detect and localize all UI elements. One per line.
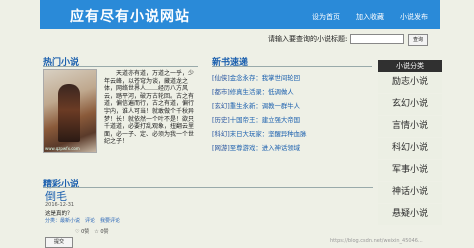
search-label: 请输入要查询的小说标题: <box>268 35 348 43</box>
hot-novel-summary: 天道亦有道，万道之一乎，少年云峰，以苍穹为谈，藏道龙之体，网络世界人……经历八方… <box>104 70 195 146</box>
book-category: [科幻] <box>212 130 230 138</box>
site-title: 应有尽有小说网站 <box>70 9 190 25</box>
new-book-item[interactable]: [仙侠]金念永存：我掌世间轮回 <box>212 73 300 82</box>
nav-publish-novel[interactable]: 小说发布 <box>400 12 428 22</box>
featured-submit-button[interactable]: 提交 <box>45 237 73 248</box>
featured-meta-links[interactable]: 分类：最新小说 评论 我要评论 <box>45 217 120 224</box>
category-mythology[interactable]: 神话小说 <box>378 182 442 203</box>
new-book-item[interactable]: [网游]至尊游戏：进入神话领域 <box>212 143 300 152</box>
new-book-item[interactable]: [玄幻]重生永新：调教一群牛人 <box>212 101 300 110</box>
search-button[interactable]: 查询 <box>408 34 428 46</box>
search-input[interactable] <box>350 34 404 44</box>
book-title[interactable]: 末日大玩家：坚醒异种血脉 <box>230 130 307 138</box>
nav-set-homepage[interactable]: 设为首页 <box>312 12 340 22</box>
featured-likes[interactable]: ♡ 0赞 ☆ 0赞 <box>75 228 109 235</box>
book-category: [都市] <box>212 88 230 96</box>
new-books-divider <box>212 66 372 67</box>
hot-novel-cover-image[interactable]: www.qzpwfx.com <box>43 69 97 153</box>
book-title[interactable]: 修真生活录：低调做人 <box>230 88 294 96</box>
blog-watermark: https://blog.csdn.net/weixin_45046... <box>330 238 423 244</box>
category-mystery[interactable]: 悬疑小说 <box>378 204 442 225</box>
book-title[interactable]: 至尊游戏：进入神话领域 <box>230 144 300 152</box>
category-sidebar-header: 小说分类 <box>378 60 442 72</box>
new-book-item[interactable]: [都市]修真生活录：低调做人 <box>212 87 294 96</box>
category-military[interactable]: 军事小说 <box>378 160 442 181</box>
category-scifi[interactable]: 科幻小说 <box>378 138 442 159</box>
nav-add-favorite[interactable]: 加入收藏 <box>356 12 384 22</box>
book-category: [网游] <box>212 144 230 152</box>
hot-divider <box>43 66 198 67</box>
book-title[interactable]: 重生永新：调教一群牛人 <box>230 102 300 110</box>
cover-watermark: www.qzpwfx.com <box>45 146 80 151</box>
category-romance[interactable]: 言情小说 <box>378 116 442 137</box>
cover-figure <box>58 84 80 142</box>
category-fantasy[interactable]: 玄幻小说 <box>378 94 442 115</box>
new-book-item[interactable]: [历史]十国帝王：建立强大帝国 <box>212 115 300 124</box>
book-title[interactable]: 十国帝王：建立强大帝国 <box>230 116 300 124</box>
featured-date: 2016-12-31 <box>45 202 75 208</box>
book-title[interactable]: 金念永存：我掌世间轮回 <box>230 74 300 82</box>
category-inspirational[interactable]: 励志小说 <box>378 72 442 93</box>
featured-divider <box>43 187 373 188</box>
book-category: [历史] <box>212 116 230 124</box>
featured-description: 这是真的？ <box>45 211 73 217</box>
book-category: [仙侠] <box>212 74 230 82</box>
book-category: [玄幻] <box>212 102 230 110</box>
new-book-item[interactable]: [科幻]末日大玩家：坚醒异种血脉 <box>212 129 306 138</box>
